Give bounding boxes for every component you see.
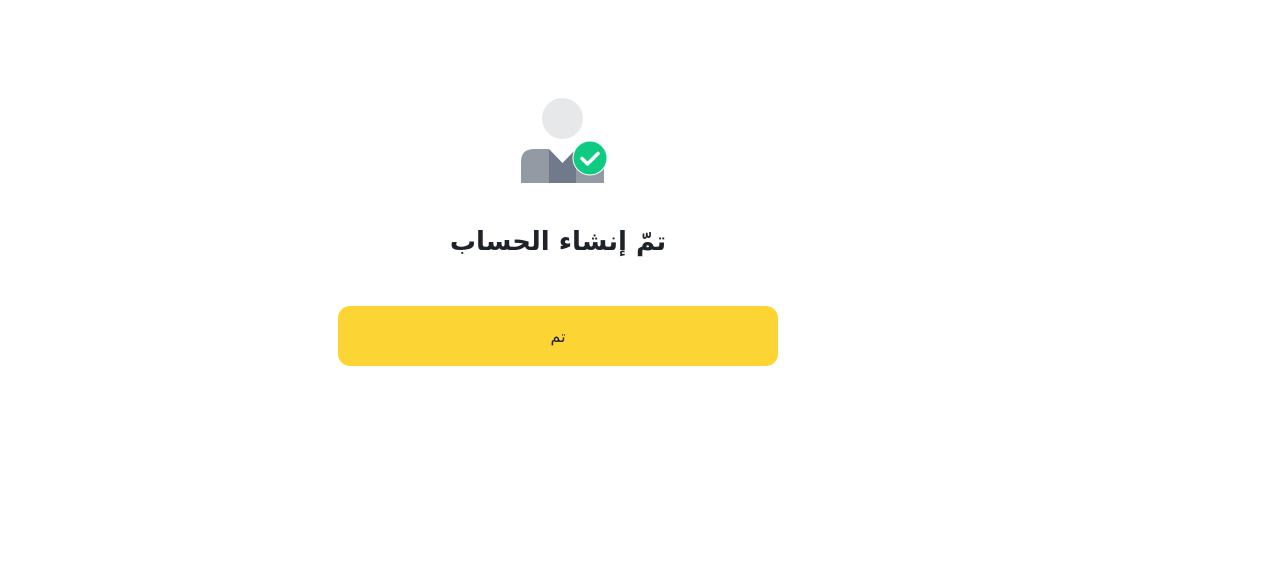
account-created-page: تمّ إنشاء الحساب تم: [0, 0, 1283, 587]
done-button[interactable]: تم: [338, 306, 778, 366]
user-check-icon: [519, 96, 611, 188]
page-title: تمّ إنشاء الحساب: [449, 227, 667, 257]
